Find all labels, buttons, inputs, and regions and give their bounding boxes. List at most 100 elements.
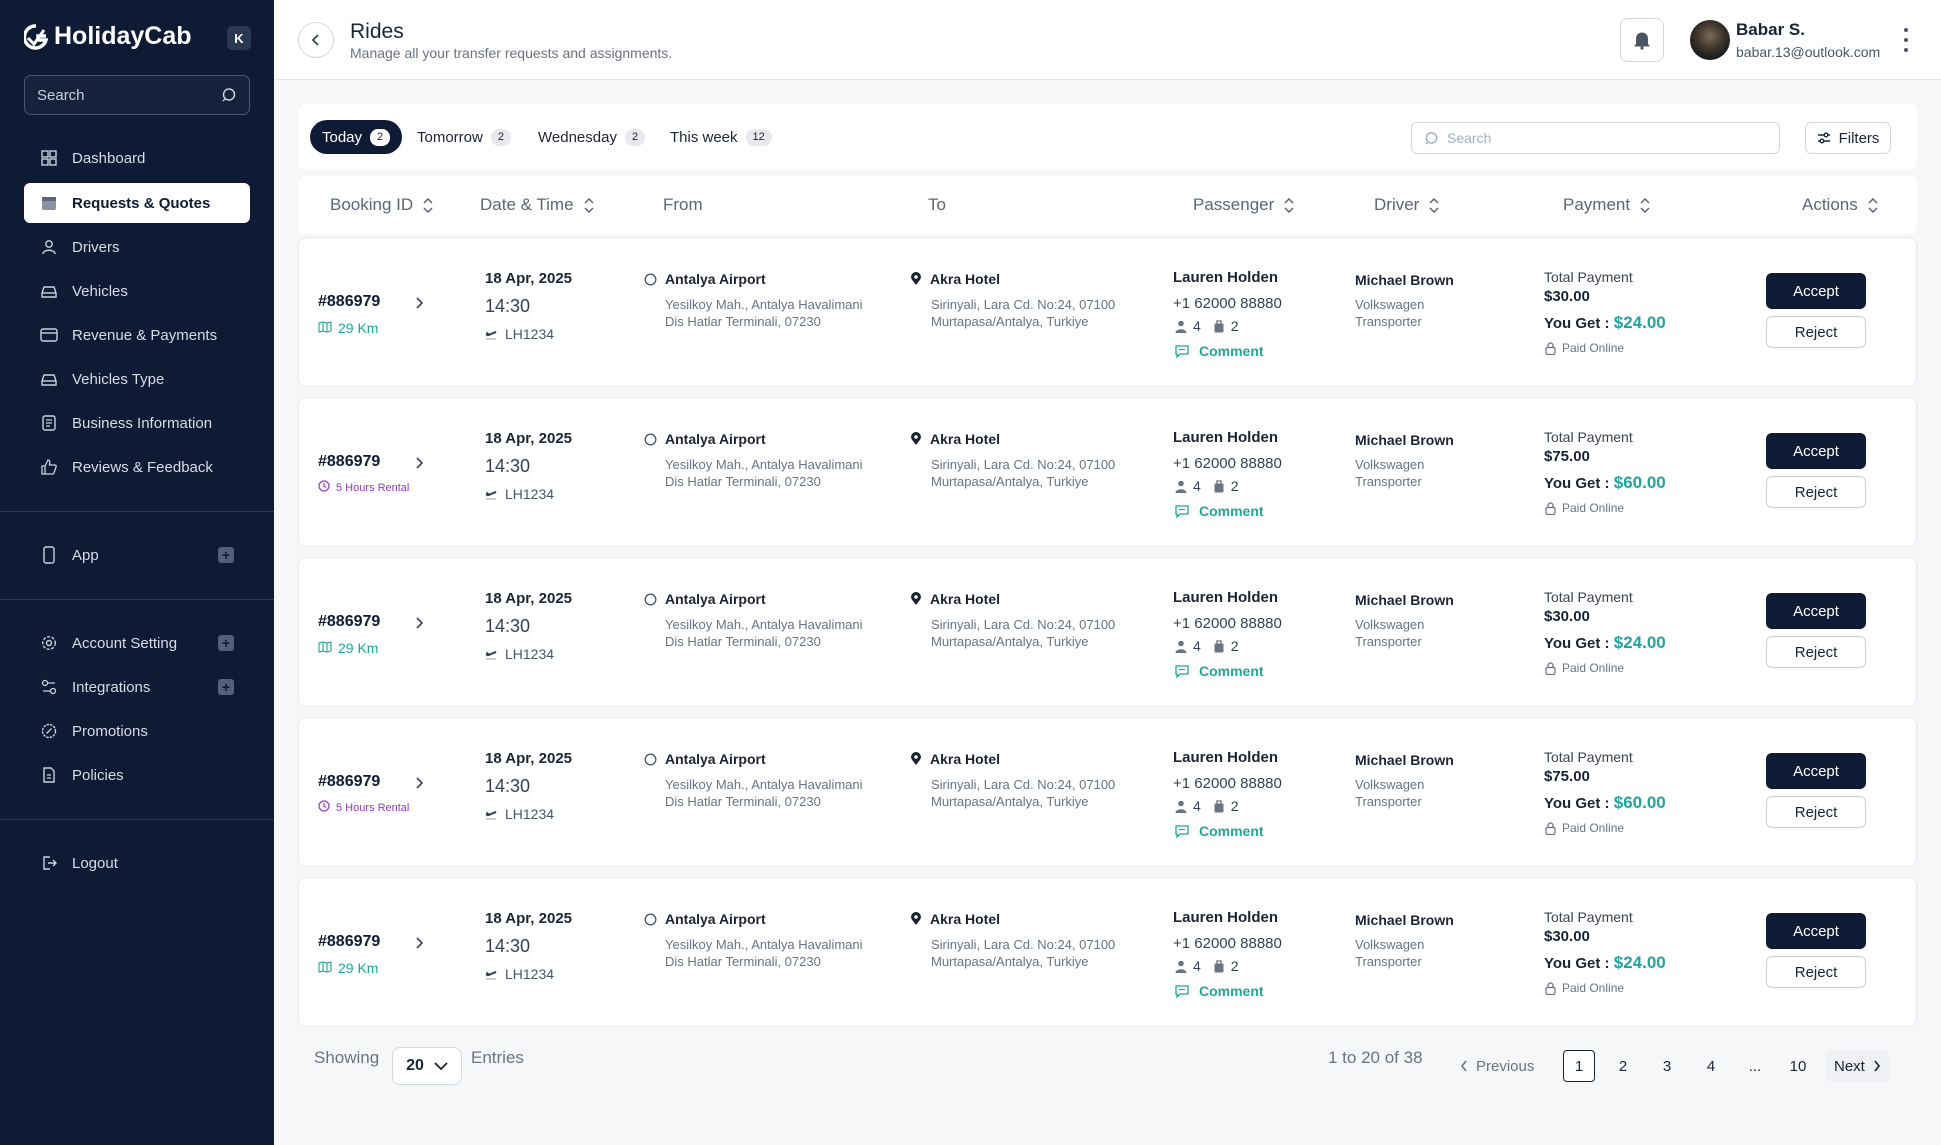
- payment-status: Paid Online: [1545, 661, 1624, 675]
- comment-link[interactable]: Comment: [1175, 663, 1264, 679]
- tab-wednesday[interactable]: Wednesday 2: [526, 120, 657, 154]
- tab-label: This week: [670, 128, 738, 146]
- sidebar-item-revenue-payments[interactable]: Revenue & Payments: [24, 315, 250, 355]
- sidebar-item-logout[interactable]: Logout: [24, 843, 250, 883]
- filters-label: Filters: [1838, 129, 1880, 147]
- column-header-date-time[interactable]: Date & Time: [480, 195, 594, 215]
- table-row[interactable]: #886979 29 Km 18 Apr, 2025 14:30 LH1234 …: [298, 237, 1917, 387]
- reject-button[interactable]: Reject: [1766, 796, 1866, 828]
- comment-link[interactable]: Comment: [1175, 503, 1264, 519]
- page-button-1[interactable]: 1: [1563, 1050, 1595, 1082]
- booking-id[interactable]: #886979: [318, 773, 380, 791]
- chevron-down-icon: [434, 1061, 448, 1070]
- collapse-sidebar-button[interactable]: K: [227, 26, 251, 50]
- column-header-payment[interactable]: Payment: [1563, 195, 1650, 215]
- sidebar-search-input[interactable]: Search: [24, 75, 250, 115]
- sidebar-item-requests-quotes[interactable]: Requests & Quotes: [24, 183, 250, 223]
- sidebar-item-reviews-feedback[interactable]: Reviews & Feedback: [24, 447, 250, 487]
- sidebar-item-vehicles-type[interactable]: Vehicles Type: [24, 359, 250, 399]
- chevron-right-icon[interactable]: [413, 297, 425, 309]
- accept-button[interactable]: Accept: [1766, 273, 1866, 309]
- map-icon: [318, 320, 332, 336]
- column-label: From: [663, 195, 703, 214]
- expand-plus-icon[interactable]: +: [218, 635, 234, 651]
- chevron-right-icon[interactable]: [413, 617, 425, 629]
- page-button-10[interactable]: 10: [1782, 1050, 1814, 1082]
- passenger-count: 4: [1193, 638, 1201, 654]
- expand-plus-icon[interactable]: +: [218, 679, 234, 695]
- comment-link[interactable]: Comment: [1175, 343, 1264, 359]
- total-payment-value: $30.00: [1544, 608, 1590, 625]
- filters-button[interactable]: Filters: [1805, 122, 1891, 154]
- sidebar-item-app[interactable]: App +: [24, 535, 250, 575]
- sidebar-item-business-information[interactable]: Business Information: [24, 403, 250, 443]
- table-row[interactable]: #886979 29 Km 18 Apr, 2025 14:30 LH1234 …: [298, 557, 1917, 707]
- comment-link[interactable]: Comment: [1175, 823, 1264, 839]
- pickup-address-line2: Dis Hatlar Terminali, 07230: [665, 314, 821, 329]
- column-header-driver[interactable]: Driver: [1374, 195, 1439, 215]
- sidebar-divider: [0, 511, 274, 512]
- vehicle-make: Volkswagen: [1355, 937, 1425, 952]
- expand-plus-icon[interactable]: +: [218, 547, 234, 563]
- column-header-passenger[interactable]: Passenger: [1193, 195, 1294, 215]
- sidebar-item-drivers[interactable]: Drivers: [24, 227, 250, 267]
- page-button-2[interactable]: 2: [1607, 1050, 1639, 1082]
- page-button-4[interactable]: 4: [1695, 1050, 1727, 1082]
- sidebar-item-policies[interactable]: Policies: [24, 755, 250, 795]
- vehicle-model: Transporter: [1355, 634, 1422, 649]
- map-pin-icon: [911, 432, 921, 445]
- column-label: To: [928, 195, 946, 214]
- dropoff-location: Akra Hotel: [910, 271, 1000, 287]
- comment-icon: [1175, 504, 1189, 518]
- back-button[interactable]: [298, 22, 334, 58]
- accept-button[interactable]: Accept: [1766, 753, 1866, 789]
- column-header-booking-id[interactable]: Booking ID: [330, 195, 433, 215]
- accept-button[interactable]: Accept: [1766, 913, 1866, 949]
- table-row[interactable]: #886979 5 Hours Rental 18 Apr, 2025 14:3…: [298, 717, 1917, 867]
- booking-id[interactable]: #886979: [318, 613, 380, 631]
- entries-per-page-select[interactable]: 20: [392, 1047, 462, 1085]
- rides-search-input[interactable]: Search: [1411, 122, 1780, 154]
- notifications-button[interactable]: [1620, 18, 1664, 62]
- tab-today[interactable]: Today 2: [310, 120, 403, 154]
- sidebar-item-vehicles[interactable]: Vehicles: [24, 271, 250, 311]
- reject-button[interactable]: Reject: [1766, 956, 1866, 988]
- dropoff-name: Akra Hotel: [930, 271, 1001, 287]
- avatar[interactable]: [1690, 20, 1730, 60]
- chevron-right-icon[interactable]: [413, 457, 425, 469]
- entries-label: Entries: [471, 1048, 524, 1067]
- sidebar-item-promotions[interactable]: Promotions: [24, 711, 250, 751]
- previous-page-button[interactable]: Previous: [1452, 1050, 1542, 1082]
- total-payment-label: Total Payment: [1544, 269, 1633, 285]
- tab-tomorrow[interactable]: Tomorrow 2: [405, 120, 523, 154]
- flight-number: LH1234: [485, 326, 554, 342]
- table-row[interactable]: #886979 5 Hours Rental 18 Apr, 2025 14:3…: [298, 397, 1917, 547]
- chevron-right-icon[interactable]: [413, 777, 425, 789]
- sidebar-item-account-setting[interactable]: Account Setting +: [24, 623, 250, 663]
- reject-button[interactable]: Reject: [1766, 316, 1866, 348]
- vehicle-make: Volkswagen: [1355, 297, 1425, 312]
- sidebar-item-dashboard[interactable]: Dashboard: [24, 138, 250, 178]
- payment-status-text: Paid Online: [1562, 341, 1625, 355]
- dropoff-address-line2: Murtapasa/Antalya, Turkiye: [931, 634, 1089, 649]
- booking-id[interactable]: #886979: [318, 293, 380, 311]
- column-header-actions[interactable]: Actions: [1802, 195, 1878, 215]
- sort-icon: [1640, 197, 1650, 213]
- you-get: You Get : $60.00: [1544, 793, 1666, 813]
- chevron-right-icon[interactable]: [413, 937, 425, 949]
- booking-id[interactable]: #886979: [318, 933, 380, 951]
- more-options-icon[interactable]: [1901, 28, 1911, 52]
- accept-button[interactable]: Accept: [1766, 593, 1866, 629]
- accept-button[interactable]: Accept: [1766, 433, 1866, 469]
- booking-id[interactable]: #886979: [318, 453, 380, 471]
- sidebar-item-integrations[interactable]: Integrations +: [24, 667, 250, 707]
- next-page-button[interactable]: Next: [1826, 1050, 1889, 1082]
- reject-button[interactable]: Reject: [1766, 476, 1866, 508]
- reject-button[interactable]: Reject: [1766, 636, 1866, 668]
- sidebar-item-label: Revenue & Payments: [72, 326, 218, 344]
- table-row[interactable]: #886979 29 Km 18 Apr, 2025 14:30 LH1234 …: [298, 877, 1917, 1027]
- app-logo[interactable]: HolidayCab: [24, 22, 192, 51]
- page-button-3[interactable]: 3: [1651, 1050, 1683, 1082]
- tab-this-week[interactable]: This week 12: [658, 120, 784, 154]
- comment-link[interactable]: Comment: [1175, 983, 1264, 999]
